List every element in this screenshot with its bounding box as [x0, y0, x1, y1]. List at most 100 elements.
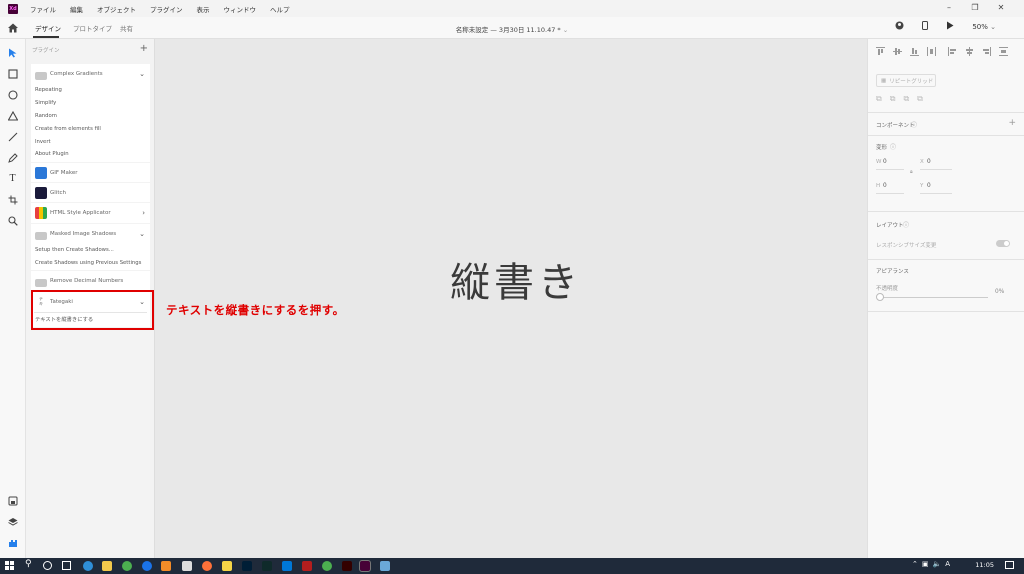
- sticky-notes-icon[interactable]: [222, 561, 232, 571]
- plugin-command-item[interactable]: Create from elements fill: [31, 122, 150, 135]
- zoom-tool-icon[interactable]: [6, 214, 19, 227]
- exclude-icon[interactable]: ⧉: [917, 94, 923, 104]
- ellipse-tool-icon[interactable]: [6, 88, 19, 101]
- plugin-command-item[interactable]: Create Shadows using Previous Settings: [31, 257, 150, 270]
- divider: [868, 211, 1024, 212]
- plugin-command-item[interactable]: Invert: [31, 135, 150, 148]
- assets-panel-icon[interactable]: [6, 494, 19, 507]
- search-icon[interactable]: ⚲: [25, 559, 32, 569]
- notification-icon[interactable]: [1005, 561, 1014, 569]
- menu-view[interactable]: 表示: [197, 4, 210, 14]
- plugin-header-complex-gradients[interactable]: Complex Gradients ⌄: [31, 64, 150, 84]
- user-icon[interactable]: [895, 21, 904, 32]
- vscode-icon[interactable]: [282, 561, 292, 571]
- opacity-value[interactable]: 0%: [995, 289, 1004, 295]
- opacity-slider-handle[interactable]: [876, 293, 884, 301]
- plugin-command-item[interactable]: Repeating: [31, 84, 150, 97]
- menu-plugins[interactable]: プラグイン: [150, 4, 183, 14]
- text-tool-icon[interactable]: T: [6, 172, 19, 185]
- plugin-header-remove-decimal[interactable]: Remove Decimal Numbers: [31, 271, 150, 291]
- dreamweaver-icon[interactable]: [262, 561, 272, 571]
- width-field[interactable]: 0: [883, 159, 887, 165]
- responsive-resize-toggle[interactable]: [996, 240, 1010, 247]
- taskbar-clock[interactable]: 11:05: [975, 561, 994, 569]
- menu-file[interactable]: ファイル: [30, 4, 56, 14]
- close-button[interactable]: ✕: [988, 3, 1014, 12]
- align-left-icon[interactable]: [948, 47, 957, 56]
- chrome-icon[interactable]: [122, 561, 132, 571]
- app-icon[interactable]: [380, 561, 390, 571]
- pen-tool-icon[interactable]: [6, 151, 19, 164]
- align-middle-icon[interactable]: [893, 47, 902, 56]
- canvas-text[interactable]: 縦書き: [450, 250, 582, 308]
- play-icon[interactable]: [946, 21, 954, 32]
- distribute-horizontal-icon[interactable]: [999, 47, 1008, 56]
- mobile-preview-icon[interactable]: [922, 21, 929, 32]
- align-bottom-icon[interactable]: [910, 47, 919, 56]
- x-field[interactable]: 0: [927, 159, 931, 165]
- document-title[interactable]: 名称未設定 — 3月30日 11.10.47 * ⌄: [0, 24, 1024, 34]
- app-icon[interactable]: [182, 561, 192, 571]
- align-right-icon[interactable]: [982, 47, 991, 56]
- chevron-down-icon[interactable]: ⌄: [139, 70, 145, 78]
- subtract-icon[interactable]: ⧉: [890, 94, 896, 104]
- y-field[interactable]: 0: [927, 183, 931, 189]
- ie-icon[interactable]: [142, 561, 152, 571]
- zoom-level[interactable]: 50% ⌄: [972, 23, 996, 31]
- layers-panel-icon[interactable]: [6, 515, 19, 528]
- edge-icon[interactable]: [83, 561, 93, 571]
- explorer-icon[interactable]: [102, 561, 112, 571]
- divider: [868, 311, 1024, 312]
- chevron-down-icon[interactable]: ⌄: [139, 230, 145, 238]
- illustrator-icon[interactable]: [342, 561, 352, 571]
- line-tool-icon[interactable]: [6, 130, 19, 143]
- rectangle-tool-icon[interactable]: [6, 67, 19, 80]
- artboard-tool-icon[interactable]: [6, 193, 19, 206]
- plugin-header-masked-shadows[interactable]: Masked Image Shadows ⌄: [31, 224, 150, 244]
- plugin-card-gif-maker[interactable]: GIF Maker: [31, 163, 150, 182]
- height-field[interactable]: 0: [883, 183, 887, 189]
- menu-help[interactable]: ヘルプ: [270, 4, 290, 14]
- plugins-header: プラグイン: [32, 48, 60, 54]
- plugin-card-glitch[interactable]: Glitch: [31, 183, 150, 202]
- plugin-command-item[interactable]: Setup then Create Shadows...: [31, 244, 150, 257]
- polygon-tool-icon[interactable]: [6, 109, 19, 122]
- distribute-vertical-icon[interactable]: [927, 47, 936, 56]
- photoshop-icon[interactable]: [242, 561, 252, 571]
- chrome-icon[interactable]: [322, 561, 332, 571]
- cortana-icon[interactable]: [43, 561, 52, 570]
- add-component-button[interactable]: +: [1008, 118, 1016, 128]
- tray-icons[interactable]: ⌃▣🔈A: [912, 560, 954, 568]
- plugins-panel-icon[interactable]: [6, 536, 19, 549]
- add-plugin-button[interactable]: +: [140, 43, 148, 54]
- plugin-header-gif-maker[interactable]: GIF Maker: [31, 163, 150, 182]
- xd-taskbar-icon[interactable]: [359, 560, 371, 572]
- windows-start-icon[interactable]: [5, 561, 14, 570]
- plugin-command-item[interactable]: About Plugin: [31, 148, 150, 161]
- select-tool-icon[interactable]: [6, 46, 19, 59]
- filezilla-icon[interactable]: [302, 561, 312, 571]
- add-icon[interactable]: ⧉: [876, 94, 882, 104]
- active-tab-indicator: [33, 36, 59, 38]
- menu-object[interactable]: オブジェクト: [97, 4, 136, 14]
- app-icon[interactable]: [161, 561, 171, 571]
- maximize-button[interactable]: ❐: [962, 3, 988, 12]
- lock-icon[interactable]: 🔒︎: [910, 169, 913, 175]
- intersect-icon[interactable]: ⧉: [903, 94, 909, 104]
- chevron-right-icon[interactable]: ›: [142, 209, 145, 217]
- menu-edit[interactable]: 編集: [70, 4, 83, 14]
- plugin-command-item[interactable]: Random: [31, 110, 150, 123]
- menu-window[interactable]: ウィンドウ: [224, 4, 257, 14]
- plugin-card-html-style[interactable]: HTML Style Applicator ›: [31, 203, 150, 223]
- minimize-button[interactable]: –: [936, 3, 962, 12]
- align-top-icon[interactable]: [876, 47, 885, 56]
- plugin-card-remove-decimal[interactable]: Remove Decimal Numbers: [31, 271, 150, 291]
- plugin-command-item[interactable]: Simplify: [31, 97, 150, 110]
- align-center-icon[interactable]: [965, 47, 974, 56]
- opacity-slider[interactable]: [880, 297, 988, 298]
- repeat-grid-button[interactable]: ▦ リピートグリッド: [876, 74, 936, 87]
- task-view-icon[interactable]: [62, 561, 71, 570]
- plugin-header-html-style[interactable]: HTML Style Applicator ›: [31, 203, 150, 223]
- firefox-icon[interactable]: [202, 561, 212, 571]
- plugin-header-glitch[interactable]: Glitch: [31, 183, 150, 202]
